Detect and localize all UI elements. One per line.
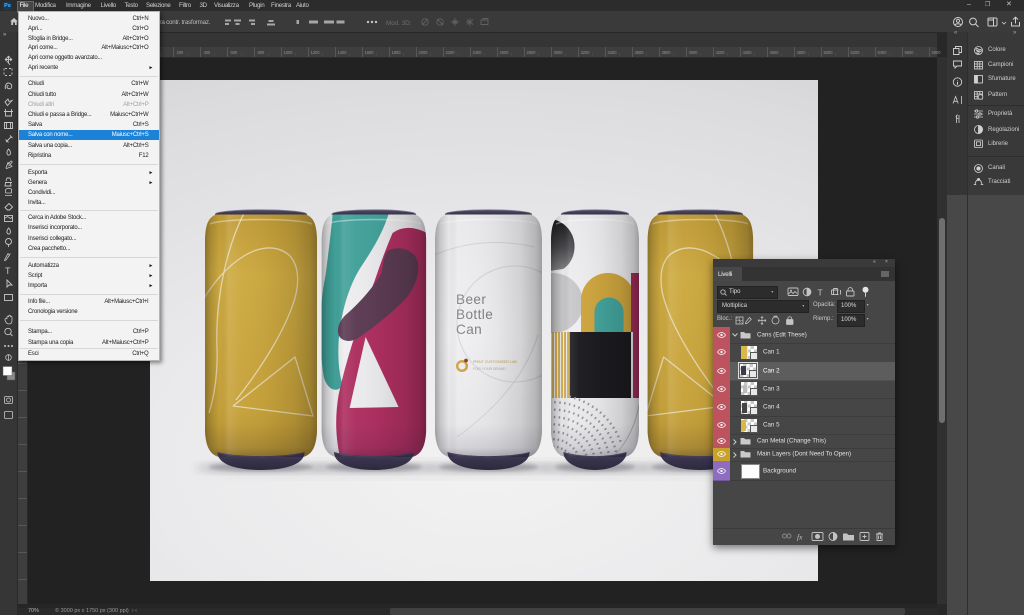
svg-text:T: T	[5, 266, 11, 276]
svg-text:»: »	[3, 32, 7, 38]
svg-text:fx: fx	[797, 533, 803, 542]
svg-text:Mod. 3D:: Mod. 3D:	[386, 20, 412, 27]
svg-text:T: T	[818, 288, 823, 298]
